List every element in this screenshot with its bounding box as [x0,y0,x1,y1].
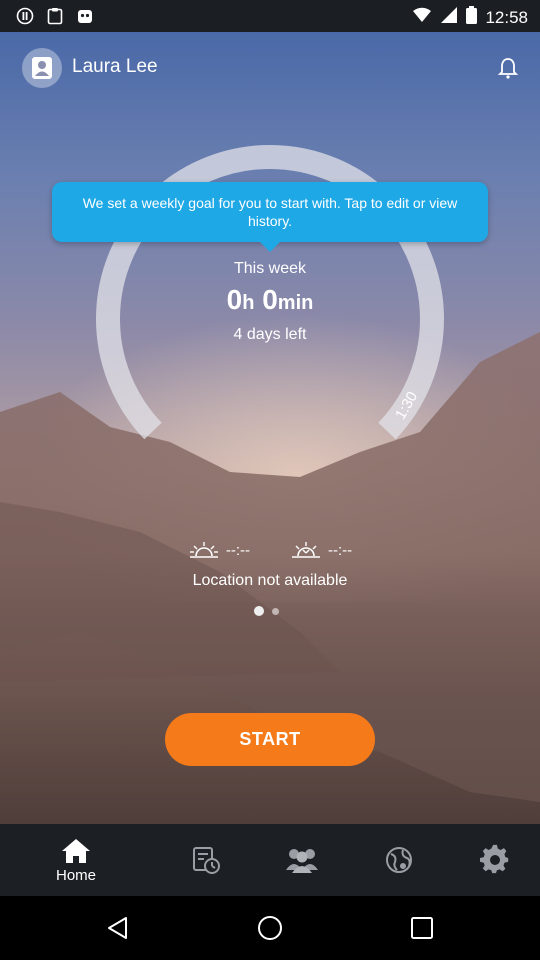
notification-info-icon [16,7,34,25]
sunset-item: --:-- [290,540,352,560]
weekly-goal-tooltip[interactable]: We set a weekly goal for you to start wi… [52,182,488,252]
tab-settings[interactable] [447,824,540,896]
tab-home[interactable]: Home [28,824,124,896]
tab-home-label: Home [55,866,96,884]
tooltip-text: We set a weekly goal for you to start wi… [82,195,458,229]
home-icon [62,838,90,863]
notification-clipboard-icon [46,7,64,25]
tab-explore[interactable] [351,824,447,896]
status-time: 12:58 [485,7,528,27]
start-button[interactable]: START [165,713,375,766]
battery-icon [466,6,478,29]
sunrise-time: --:-- [225,541,250,559]
profile-avatar[interactable] [22,48,62,88]
hours-value: 0 [226,284,243,315]
sunset-icon [292,542,320,558]
page-indicator[interactable] [254,606,279,616]
back-icon[interactable] [104,914,132,942]
workout-history-icon [193,847,220,874]
bottom-tab-bar: Home [0,824,540,896]
tab-friends[interactable] [254,824,350,896]
minutes-unit: min [277,292,314,314]
week-duration: 0h 0min [0,284,540,316]
explore-globe-icon [386,847,412,873]
page-dot-active[interactable] [254,606,264,616]
tab-history[interactable] [158,824,254,896]
home-hero: Laura Lee We set a weekly goal for you t… [0,32,540,824]
sunset-time: --:-- [328,541,353,559]
sun-times: --:-- --:-- [0,540,540,560]
location-status: Location not available [192,572,348,589]
notification-app-icon [76,7,94,25]
user-icon [32,57,52,79]
recent-apps-icon[interactable] [408,914,436,942]
page-dot[interactable] [272,607,279,615]
cell-signal-icon [440,6,458,29]
friends-icon [286,849,318,873]
settings-gear-icon [480,844,509,874]
home-circle-icon[interactable] [256,914,284,942]
days-left: 4 days left [233,326,307,343]
sunrise-icon [189,542,218,558]
system-navigation-bar [0,896,540,960]
hours-unit: h [242,292,255,314]
notifications-bell-icon[interactable] [496,56,520,80]
minutes-value: 0 [262,284,278,315]
user-name[interactable]: Laura Lee [72,56,158,78]
tooltip-pointer [260,242,280,252]
week-label: This week [233,260,307,277]
sunrise-item: --:-- [188,540,250,560]
status-bar: 12:58 [0,0,540,32]
wifi-icon [412,6,432,29]
